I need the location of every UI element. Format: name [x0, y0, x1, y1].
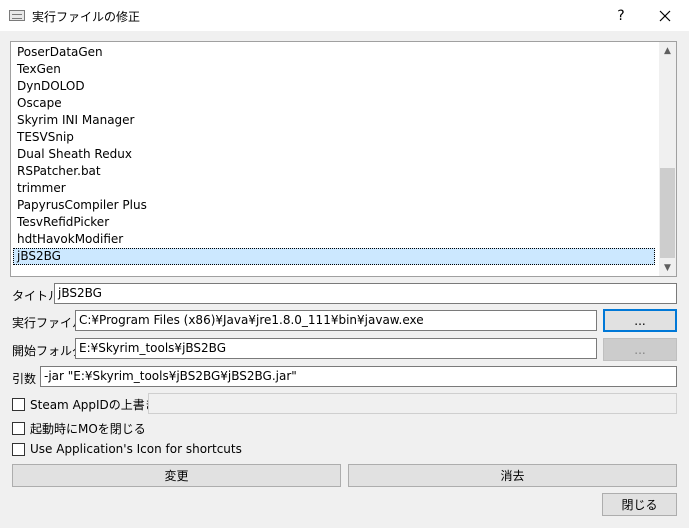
window-title: 実行ファイルの修正 [32, 10, 141, 24]
title-input[interactable]: jBS2BG [54, 283, 677, 304]
title-bar: 実行ファイルの修正 ? [0, 0, 689, 31]
delete-button[interactable]: 消去 [348, 464, 677, 487]
list-scrollbar[interactable]: ▲ ▼ [659, 42, 676, 276]
executable-input[interactable]: C:¥Program Files (x86)¥Java¥jre1.8.0_111… [75, 310, 597, 331]
modify-button-label: 変更 [164, 469, 189, 483]
list-item[interactable]: TesvRefidPicker [13, 214, 655, 231]
scroll-up-icon[interactable]: ▲ [659, 42, 676, 59]
list-item[interactable]: PoserDataGen [13, 44, 655, 61]
list-item[interactable]: Skyrim INI Manager [13, 112, 655, 129]
help-button[interactable]: ? [603, 4, 639, 28]
app-icon-label: Use Application's Icon for shortcuts [30, 442, 242, 456]
scroll-thumb[interactable] [660, 168, 675, 258]
list-item[interactable]: TESVSnip [13, 129, 655, 146]
list-item[interactable]: hdtHavokModifier [13, 231, 655, 248]
app-icon [9, 10, 25, 21]
app-icon-checkbox[interactable] [12, 442, 25, 456]
list-item[interactable]: Dual Sheath Redux [13, 146, 655, 163]
browse-button-label: ... [634, 313, 646, 328]
start-folder-label: 開始フォルダ [12, 344, 85, 358]
steam-appid-label: Steam AppIDの上書き [30, 398, 157, 412]
close-mo-label: 起動時にMOを閉じる [30, 422, 146, 436]
list-item[interactable]: DynDOLOD [13, 78, 655, 95]
executable-browse-button[interactable]: ... [603, 309, 677, 332]
arguments-input[interactable]: -jar "E:¥Skyrim_tools¥jBS2BG¥jBS2BG.jar" [40, 366, 677, 387]
list-item[interactable]: RSPatcher.bat [13, 163, 655, 180]
executable-label: 実行ファイル [12, 316, 85, 330]
title-label: タイトル [12, 289, 61, 303]
window-close-button[interactable] [646, 4, 684, 28]
close-button-label: 閉じる [621, 498, 658, 512]
steam-appid-input[interactable] [148, 393, 677, 414]
list-item[interactable]: Oscape [13, 95, 655, 112]
modify-button[interactable]: 変更 [12, 464, 341, 487]
executables-list[interactable]: PoserDataGen TexGen DynDOLOD Oscape Skyr… [10, 41, 677, 277]
app-icon-checkbox-row[interactable]: Use Application's Icon for shortcuts [12, 442, 242, 456]
delete-button-label: 消去 [500, 469, 525, 483]
close-mo-checkbox[interactable] [12, 422, 25, 435]
steam-appid-checkbox-row[interactable]: Steam AppIDの上書き [12, 396, 157, 413]
list-item[interactable]: PapyrusCompiler Plus [13, 197, 655, 214]
close-button[interactable]: 閉じる [602, 493, 677, 516]
steam-appid-checkbox[interactable] [12, 398, 25, 411]
list-item[interactable]: TexGen [13, 61, 655, 78]
scroll-down-icon[interactable]: ▼ [659, 259, 676, 276]
list-item[interactable]: trimmer [13, 180, 655, 197]
browse-button-label: ... [634, 342, 646, 357]
start-folder-input[interactable]: E:¥Skyrim_tools¥jBS2BG [75, 338, 597, 359]
list-item-selected[interactable]: jBS2BG [13, 248, 655, 265]
start-folder-browse-button[interactable]: ... [603, 338, 677, 361]
close-icon [659, 10, 671, 22]
help-icon: ? [617, 8, 625, 24]
arguments-label: 引数 [12, 372, 37, 386]
close-mo-checkbox-row[interactable]: 起動時にMOを閉じる [12, 420, 146, 437]
